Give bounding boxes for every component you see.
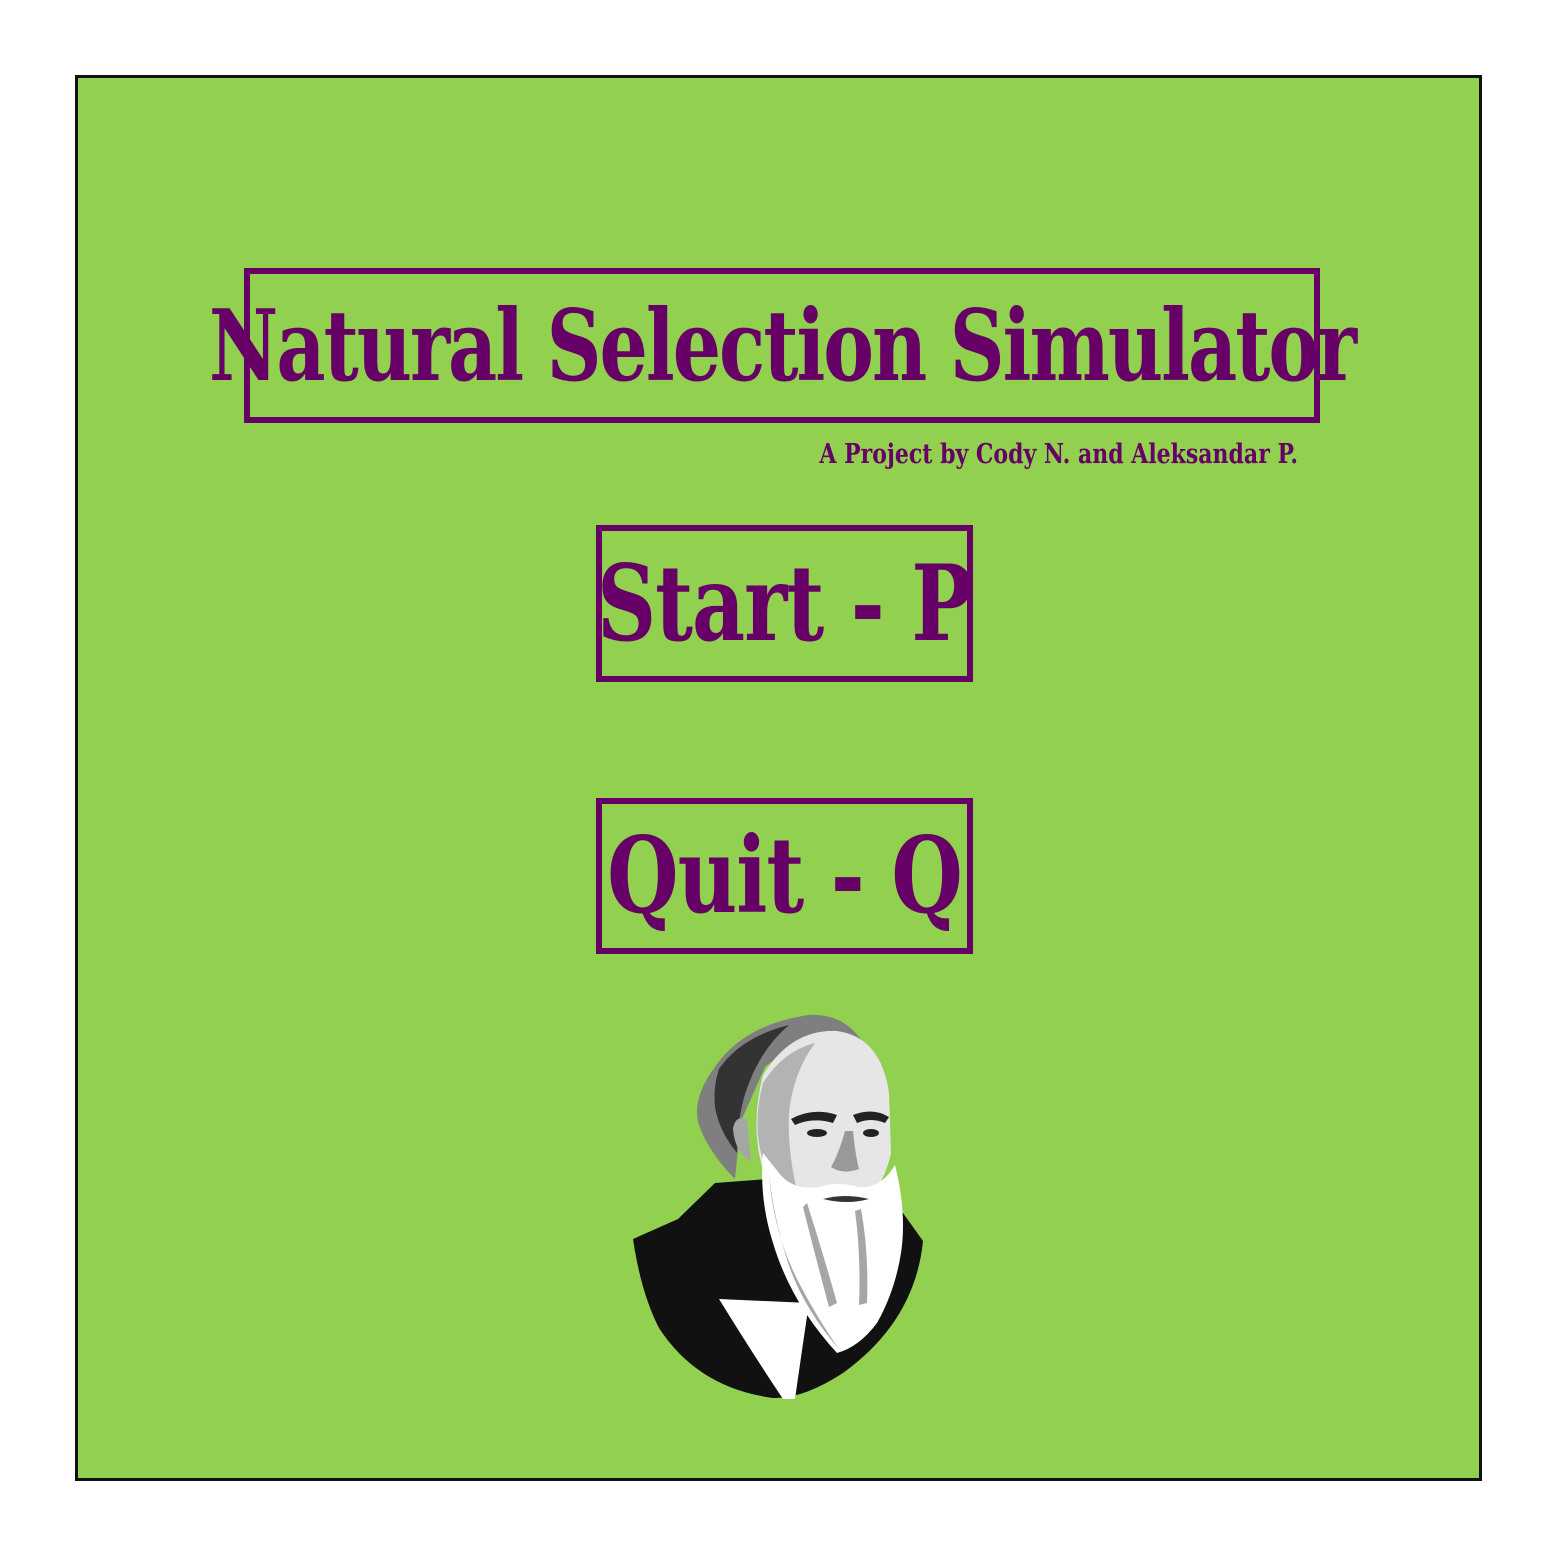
title-box: Natural Selection Simulator xyxy=(209,268,1357,423)
quit-button-label: Quit - Q xyxy=(607,814,963,938)
credits-subtitle: A Project by Cody N. and Aleksandar P. xyxy=(819,438,1298,471)
start-button-label: Start - P xyxy=(596,542,973,665)
quit-button[interactable]: Quit - Q xyxy=(596,798,973,954)
game-window: Natural Selection Simulator A Project by… xyxy=(0,0,1563,1563)
game-title: Natural Selection Simulator xyxy=(208,287,1357,404)
portrait-eye-right xyxy=(863,1129,879,1137)
scientist-portrait-icon xyxy=(633,1014,923,1399)
portrait-eye-left xyxy=(807,1129,827,1137)
start-button[interactable]: Start - P xyxy=(596,525,973,682)
title-screen-panel: Natural Selection Simulator A Project by… xyxy=(75,75,1482,1481)
